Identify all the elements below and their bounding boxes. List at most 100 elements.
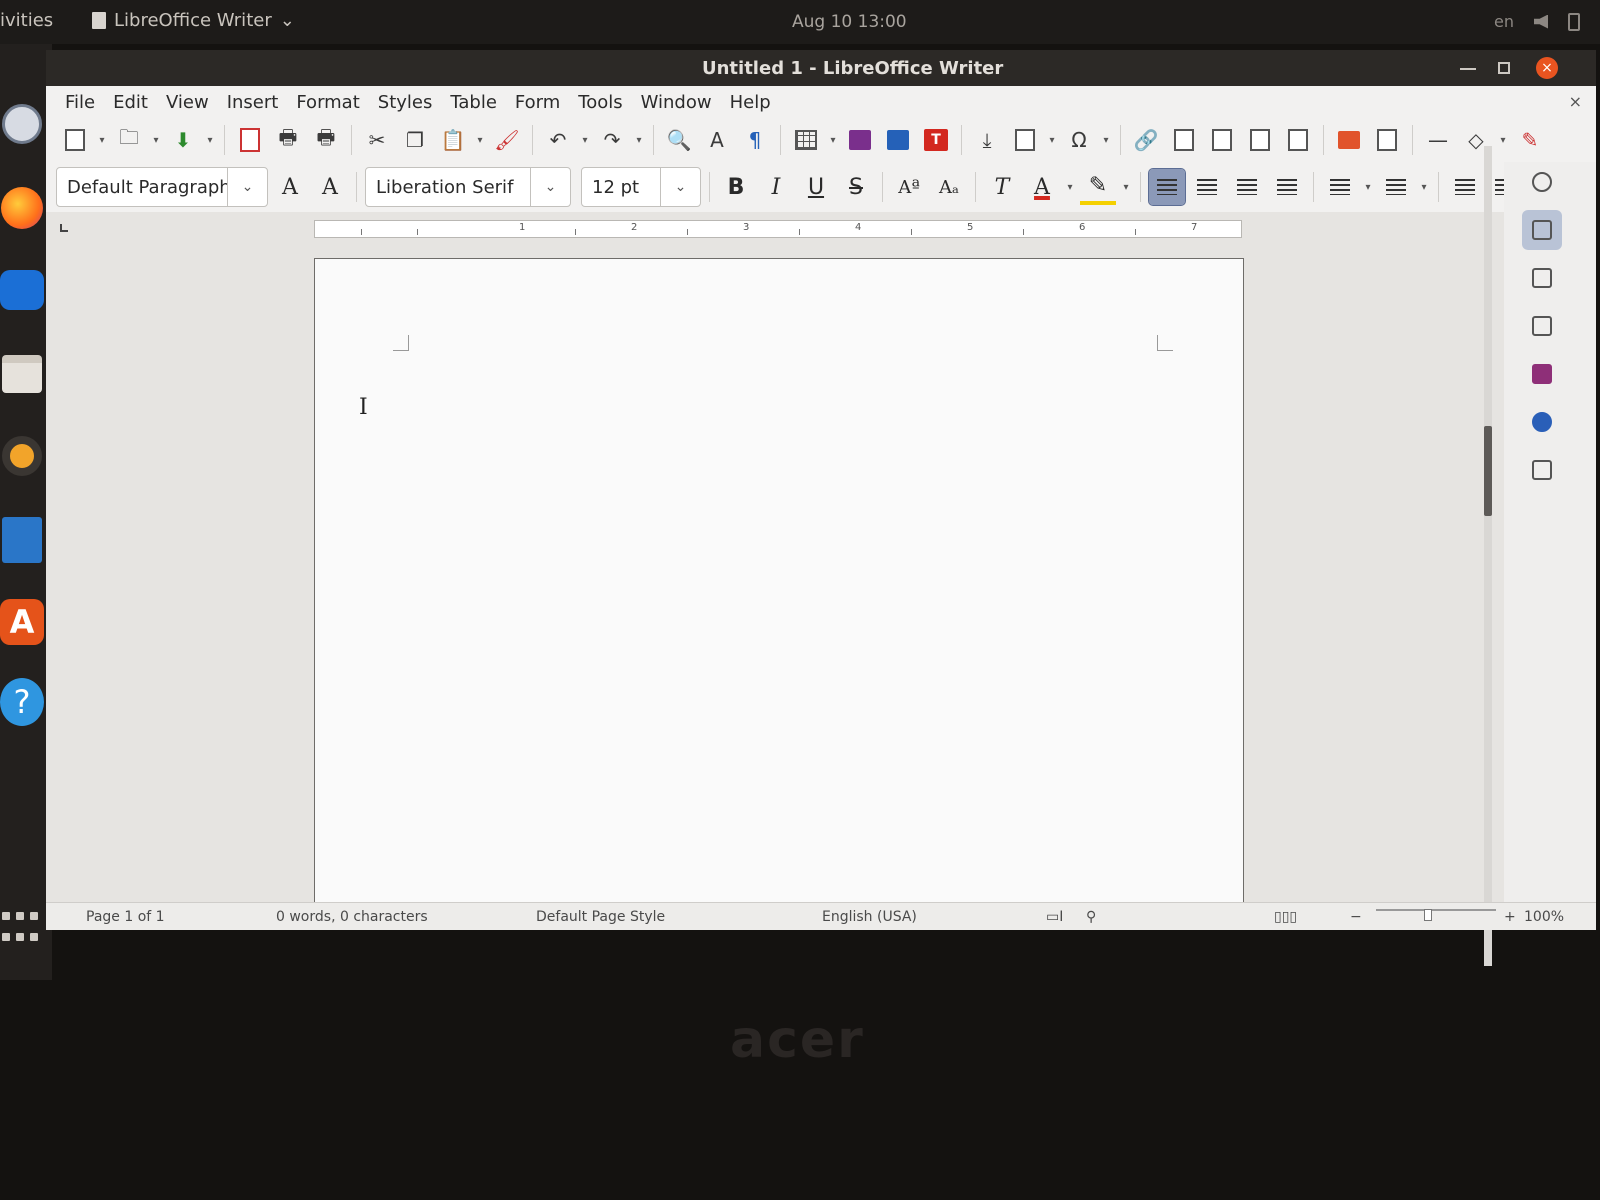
track-changes-button[interactable]	[1370, 123, 1404, 157]
update-style-button[interactable]: A	[272, 169, 308, 205]
dock-rhythmbox[interactable]	[0, 428, 44, 484]
menu-form[interactable]: Form	[506, 92, 569, 113]
new-document-button[interactable]	[58, 123, 92, 157]
new-dropdown[interactable]: ▾	[96, 123, 108, 157]
insert-textbox-button[interactable]: T	[919, 123, 953, 157]
menu-styles[interactable]: Styles	[369, 92, 442, 113]
undo-dropdown[interactable]: ▾	[579, 123, 591, 157]
clone-formatting-button[interactable]: 🖌	[490, 123, 524, 157]
show-applications-button[interactable]	[0, 902, 44, 958]
menu-view[interactable]: View	[157, 92, 218, 113]
system-tray[interactable]: en	[1494, 12, 1580, 31]
minimize-button[interactable]	[1460, 60, 1476, 70]
battery-icon[interactable]	[1568, 12, 1580, 31]
underline-button[interactable]: U	[798, 169, 834, 205]
insert-table-dropdown[interactable]: ▾	[827, 123, 839, 157]
dock-software-store[interactable]: A	[0, 594, 44, 650]
footnote-button[interactable]	[1167, 123, 1201, 157]
sidebar-page-button[interactable]	[1522, 258, 1562, 298]
paste-button[interactable]: 📋	[436, 123, 470, 157]
highlight-dropdown[interactable]: ▾	[1120, 170, 1132, 204]
numbering-button[interactable]	[1378, 169, 1414, 205]
insert-comment-button[interactable]	[1332, 123, 1366, 157]
dock-writer[interactable]	[0, 512, 44, 568]
menu-format[interactable]: Format	[287, 92, 368, 113]
special-character-dropdown[interactable]: ▾	[1100, 123, 1112, 157]
dock-clock-app[interactable]	[0, 96, 44, 152]
align-left-button[interactable]	[1148, 168, 1186, 206]
menu-table[interactable]: Table	[441, 92, 506, 113]
menu-window[interactable]: Window	[632, 92, 721, 113]
highlight-button[interactable]: ✎	[1080, 169, 1116, 205]
font-size-value[interactable]: 12 pt	[582, 177, 660, 198]
zoom-out-button[interactable]: −	[1350, 909, 1362, 925]
dock-files[interactable]	[0, 346, 44, 402]
language[interactable]: English (USA)	[822, 909, 917, 925]
view-layout-icons[interactable]: ▯▯▯	[1274, 909, 1297, 925]
bold-button[interactable]: B	[718, 169, 754, 205]
menu-edit[interactable]: Edit	[104, 92, 157, 113]
open-button[interactable]: 🗀	[112, 123, 146, 157]
spelling-button[interactable]: A	[700, 123, 734, 157]
paragraph-style-value[interactable]: Default Paragraph	[57, 177, 227, 198]
zoom-slider[interactable]	[1376, 909, 1496, 911]
close-document-button[interactable]: ×	[1569, 92, 1582, 111]
menu-help[interactable]: Help	[721, 92, 780, 113]
cut-button[interactable]: ✂	[360, 123, 394, 157]
save-dropdown[interactable]: ▾	[204, 123, 216, 157]
sidebar-properties-button[interactable]	[1522, 210, 1562, 250]
maximize-button[interactable]	[1498, 62, 1510, 74]
activities-button[interactable]: ivities	[0, 10, 53, 31]
superscript-button[interactable]: Aª	[891, 169, 927, 205]
digital-signature-icon[interactable]: ⚲	[1086, 909, 1096, 925]
vertical-scrollbar[interactable]	[1484, 146, 1492, 966]
new-style-button[interactable]: A	[312, 169, 348, 205]
word-count[interactable]: 0 words, 0 characters	[276, 909, 428, 925]
font-size-combo[interactable]: 12 pt ⌄	[581, 167, 701, 207]
bookmark-button[interactable]	[1243, 123, 1277, 157]
copy-button[interactable]: ❐	[398, 123, 432, 157]
redo-button[interactable]: ↷	[595, 123, 629, 157]
justify-button[interactable]	[1269, 169, 1305, 205]
menu-insert[interactable]: Insert	[218, 92, 288, 113]
paragraph-style-combo[interactable]: Default Paragraph ⌄	[56, 167, 268, 207]
find-replace-button[interactable]: 🔍	[662, 123, 696, 157]
align-center-button[interactable]	[1189, 169, 1225, 205]
insert-field-button[interactable]	[1008, 123, 1042, 157]
subscript-button[interactable]: Aₐ	[931, 169, 967, 205]
endnote-button[interactable]	[1205, 123, 1239, 157]
basic-shapes-dropdown[interactable]: ▾	[1497, 123, 1509, 157]
zoom-level[interactable]: 100%	[1524, 909, 1564, 925]
insert-image-button[interactable]	[843, 123, 877, 157]
font-name-combo[interactable]: Liberation Serif ⌄	[365, 167, 571, 207]
menu-file[interactable]: File	[56, 92, 104, 113]
close-window-button[interactable]: ×	[1536, 57, 1558, 79]
clear-formatting-button[interactable]: T	[984, 169, 1020, 205]
sidebar-manage-changes-button[interactable]	[1522, 450, 1562, 490]
page-break-button[interactable]: ⤓	[970, 123, 1004, 157]
menu-tools[interactable]: Tools	[569, 92, 631, 113]
app-menu[interactable]: LibreOffice Writer ⌄	[92, 10, 295, 31]
insert-line-button[interactable]: —	[1421, 123, 1455, 157]
special-character-button[interactable]: Ω	[1062, 123, 1096, 157]
dock-help[interactable]: ?	[0, 674, 44, 730]
dock-firefox[interactable]	[0, 180, 44, 236]
horizontal-ruler[interactable]: 1 2 3 4 5 6 7	[314, 220, 1242, 238]
insert-field-dropdown[interactable]: ▾	[1046, 123, 1058, 157]
print-preview-button[interactable]: 🖶	[309, 123, 343, 157]
bullets-button[interactable]	[1322, 169, 1358, 205]
save-button[interactable]: ⬇	[166, 123, 200, 157]
print-button[interactable]: 🖶	[271, 123, 305, 157]
insert-table-button[interactable]	[789, 123, 823, 157]
insert-chart-button[interactable]	[881, 123, 915, 157]
font-color-button[interactable]: A	[1024, 169, 1060, 205]
open-dropdown[interactable]: ▾	[150, 123, 162, 157]
align-right-button[interactable]	[1229, 169, 1265, 205]
font-color-dropdown[interactable]: ▾	[1064, 170, 1076, 204]
sidebar-menu-button[interactable]	[1522, 162, 1562, 202]
tab-stop-type-icon[interactable]	[60, 224, 68, 232]
chevron-down-icon[interactable]: ⌄	[530, 168, 570, 206]
bullets-dropdown[interactable]: ▾	[1362, 170, 1374, 204]
clock[interactable]: Aug 10 13:00	[792, 12, 907, 32]
zoom-in-button[interactable]: +	[1504, 909, 1516, 925]
